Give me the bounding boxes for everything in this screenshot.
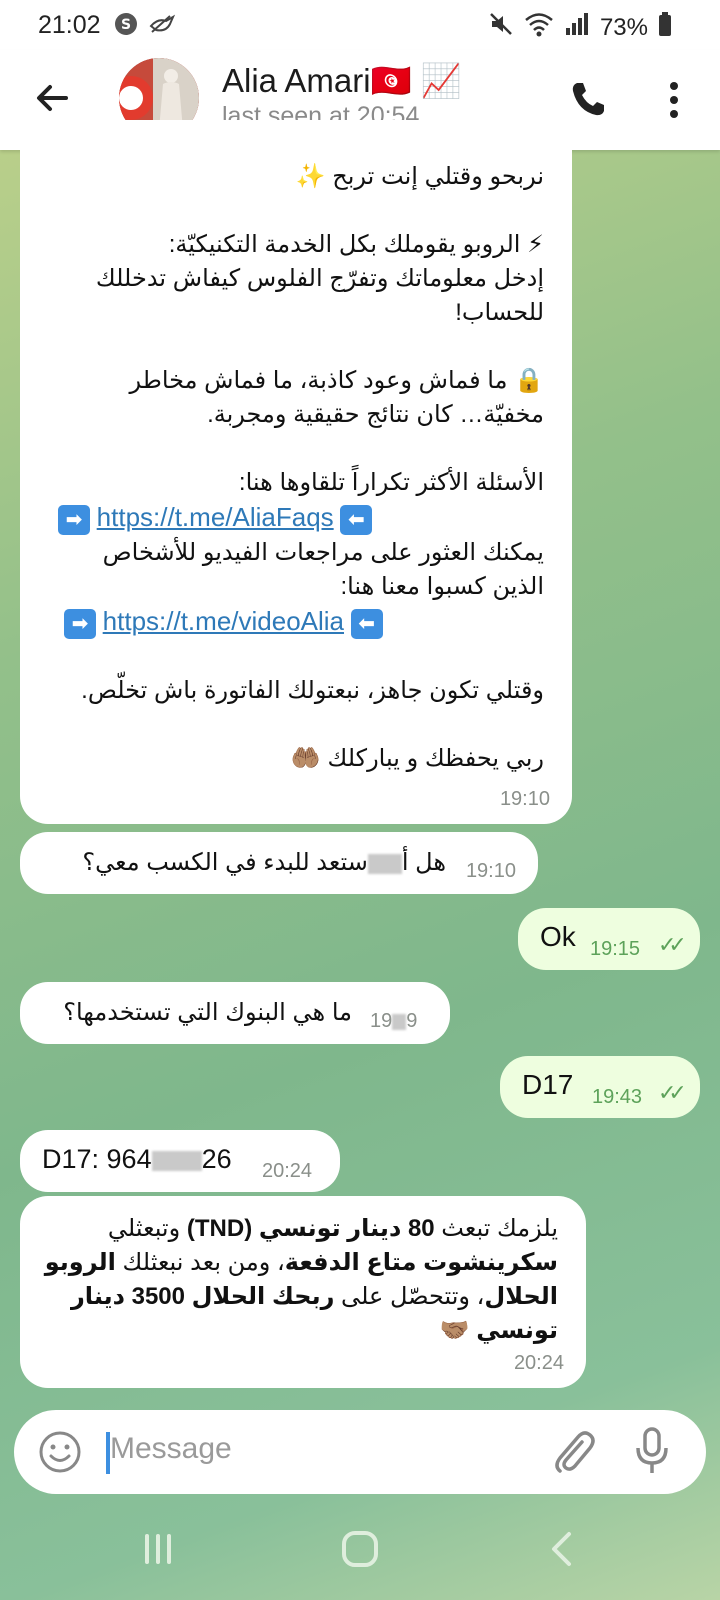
message-text: الأسئلة الأكثر تكراراً تلقاوها هنا: (238, 469, 544, 496)
message-composer: Message (14, 1410, 706, 1494)
back-nav-button[interactable] (548, 1530, 574, 1573)
microphone-icon (636, 1427, 668, 1473)
attach-button[interactable] (550, 1428, 596, 1481)
system-navigation-bar (0, 1510, 720, 1600)
message-text: D17 (522, 1069, 574, 1100)
chevron-left-icon (552, 1532, 571, 1566)
message-time: 9 (406, 1010, 418, 1032)
paperclip-icon (555, 1431, 595, 1473)
message-bubble-outgoing[interactable]: Ok 19:15 ✓✓ (518, 908, 700, 970)
faq-link[interactable]: https://t.me/AliaFaqs (97, 502, 334, 532)
arrow-right-emoji: ➡ (58, 504, 90, 535)
smiley-icon (39, 1431, 81, 1473)
message-bubble-incoming[interactable]: هل أ ستعد للبدء في الكسب معي؟ 19:10 (20, 832, 538, 894)
message-time: 19:15 (590, 938, 641, 960)
phone-icon (572, 83, 604, 116)
wifi-icon (524, 11, 554, 44)
message-text: D17: 964 (42, 1144, 152, 1174)
emoji-button[interactable] (38, 1430, 82, 1479)
message-text: Ok (540, 921, 576, 952)
message-text: للحساب! (455, 299, 544, 326)
arrow-right-emoji: ➡ (64, 608, 96, 639)
message-text: ربي يحفظك و يباركلك 🤲🏽 (290, 745, 544, 772)
battery-icon (658, 11, 672, 44)
home-button[interactable] (341, 1530, 379, 1573)
message-text: هل أ (401, 849, 446, 876)
battery-percent: 73% (599, 13, 648, 41)
message-text: 26 (201, 1144, 232, 1174)
message-bubble-incoming[interactable]: يلزمك تبعث 80 دينار تونسي (TND) وتبعثلي … (20, 1196, 586, 1388)
message-text: الذين كسبوا معنا هنا: (340, 573, 544, 600)
message-text: ستعد للبدء في الكسب معي؟ (82, 849, 368, 876)
skype-icon: S (114, 12, 138, 41)
double-check-icon: ✓✓ (658, 1080, 687, 1105)
message-bubble-incoming[interactable]: D17: 964 26 20:24 (20, 1130, 340, 1192)
signal-icon (564, 11, 590, 44)
message-text: ⚡ الروبو يقوملك بكل الخدمة التكنيكيّة: (168, 231, 544, 258)
arrow-left-emoji: ⬅ (350, 608, 383, 639)
message-text: إدخل معلوماتك وتفرّج الفلوس كيفاش تدخللك (95, 265, 544, 292)
message-text: يمكنك العثور على مراجعات الفيديو للأشخاص (102, 539, 544, 566)
double-check-icon: ✓✓ (658, 932, 687, 957)
home-icon (342, 1531, 378, 1567)
contact-name[interactable]: Alia Amari🇹🇳 📈 (222, 62, 462, 101)
svg-text:S: S (121, 17, 131, 33)
message-text: وقتلي تكون جاهز، نبعتولك الفاتورة باش تخ… (81, 677, 544, 704)
status-time: 21:02 (38, 11, 101, 39)
message-time: 19 (370, 1010, 393, 1032)
message-bubble-outgoing[interactable]: D17 19:43 ✓✓ (500, 1056, 700, 1118)
message-time: 20:24 (262, 1160, 313, 1182)
call-button[interactable] (568, 79, 608, 119)
message-time: 20:24 (513, 1352, 564, 1374)
message-text: ما هي البنوك التي تستخدمها؟ (63, 999, 352, 1026)
message-bubble-incoming[interactable]: ما هي البنوك التي تستخدمها؟ 19 9 (20, 982, 450, 1044)
mute-icon (488, 11, 514, 44)
bird-icon (148, 12, 176, 41)
arrow-left-emoji: ⬅ (340, 504, 373, 535)
message-time: 19:10 (465, 860, 516, 882)
recent-apps-button[interactable] (142, 1532, 174, 1571)
redacted-text (151, 1150, 202, 1171)
voice-record-button[interactable] (634, 1426, 670, 1481)
recents-icon (145, 1534, 171, 1564)
message-bubble-incoming[interactable]: نربحو وقتلي إنت تربح ✨ ⚡ الروبو يقوملك ب… (20, 120, 572, 824)
chart-up-emoji: 📈 (420, 62, 462, 99)
redacted-text (392, 1013, 407, 1030)
message-text: نربحو وقتلي إنت تربح ✨ (295, 163, 544, 190)
status-bar: 21:02 S 73% (0, 0, 720, 50)
more-vert-icon (670, 82, 678, 118)
message-text: 🔒 ما فماش وعود كاذبة، ما فماش مخاطر (129, 367, 544, 394)
video-link[interactable]: https://t.me/videoAlia (103, 606, 344, 636)
arrow-left-icon (37, 85, 68, 111)
message-time: 19:43 (592, 1086, 643, 1108)
message-text: مخفيّة… كان نتائج حقيقية ومجربة. (207, 401, 544, 428)
tunisia-flag-emoji: 🇹🇳 (370, 62, 412, 99)
redacted-text (367, 853, 402, 874)
message-input[interactable]: Message (110, 1432, 232, 1466)
more-options-button[interactable] (664, 78, 684, 122)
message-time: 19:10 (499, 788, 550, 810)
back-button[interactable] (32, 78, 72, 118)
